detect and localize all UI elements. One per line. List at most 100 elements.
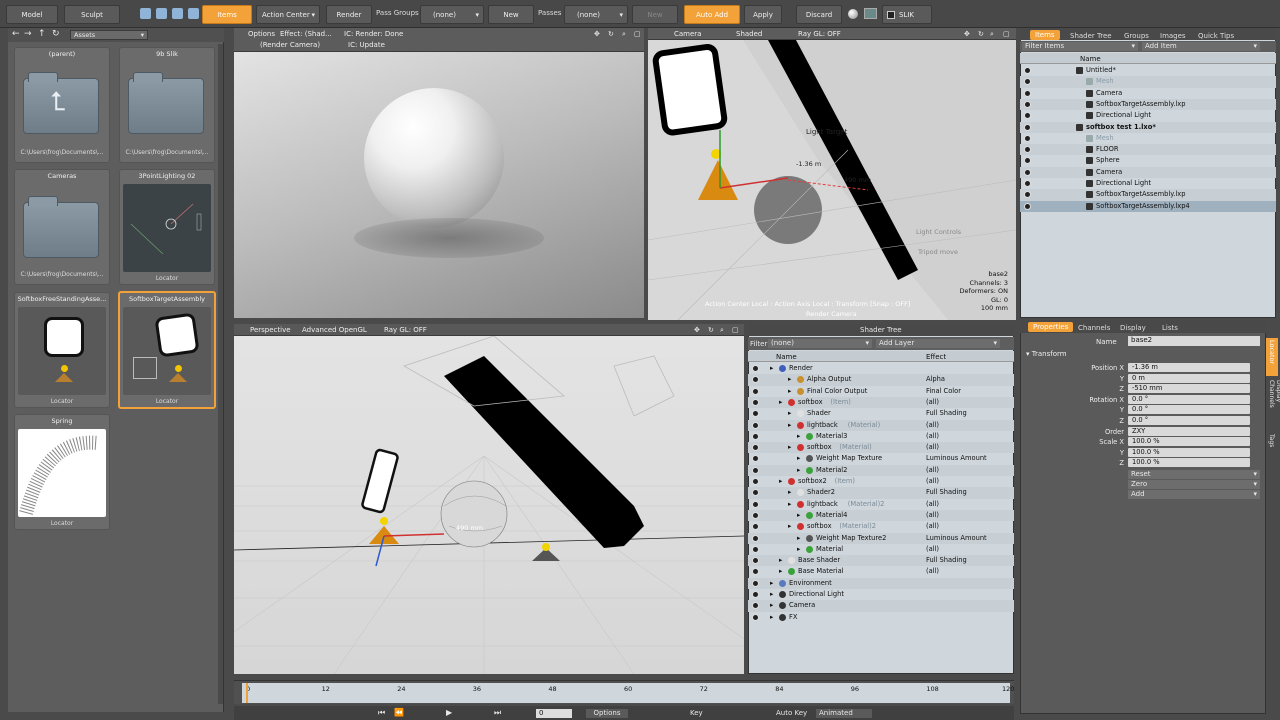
expand-arrow-icon[interactable]: ▸ xyxy=(770,613,773,621)
animated-dropdown[interactable]: Animated xyxy=(816,709,872,718)
tab-display[interactable]: Display xyxy=(1120,324,1146,332)
auto-add-button[interactable]: Auto Add xyxy=(684,5,740,24)
shader-tree-row[interactable]: ▸ Material2 (all) xyxy=(748,464,1014,476)
frame-field[interactable]: 0 xyxy=(536,709,572,718)
visibility-eye-icon[interactable] xyxy=(1024,89,1031,97)
expand-arrow-icon[interactable]: ▸ xyxy=(770,579,773,587)
step-back-icon[interactable]: ⏪ xyxy=(394,708,404,717)
expand-arrow-icon[interactable]: ▸ xyxy=(770,601,773,609)
col-name[interactable]: Name xyxy=(1080,55,1101,63)
new-pass-button[interactable]: New xyxy=(632,5,678,24)
expand-arrow-icon[interactable]: ▸ xyxy=(788,522,791,530)
shader-tree-row[interactable]: ▸ Shader Full Shading xyxy=(748,408,1014,419)
visibility-eye-icon[interactable] xyxy=(752,568,759,576)
slik-button[interactable]: SLIK xyxy=(882,5,932,24)
options-menu[interactable]: Options xyxy=(248,30,275,38)
filter-dropdown[interactable]: (none) ▾ xyxy=(768,339,872,348)
back-arrow-icon[interactable]: ← xyxy=(12,29,20,39)
asset-spring[interactable]: Spring Locator xyxy=(14,414,110,530)
expand-arrow-icon[interactable]: ▸ xyxy=(779,477,782,485)
visibility-eye-icon[interactable] xyxy=(752,489,759,497)
item-list-row[interactable]: SoftboxTargetAssembly.lxp xyxy=(1020,189,1276,201)
add-layer-dropdown[interactable]: Add Layer ▾ xyxy=(876,339,1000,348)
visibility-eye-icon[interactable] xyxy=(1024,157,1031,165)
raygl-toggle[interactable]: Ray GL: OFF xyxy=(384,326,427,334)
select-materials-icon[interactable] xyxy=(188,8,199,19)
item-list-row[interactable]: SoftboxTargetAssembly.lxp4 xyxy=(1020,200,1276,212)
sculpt-tab[interactable]: Sculpt xyxy=(64,5,120,24)
refresh-icon[interactable]: ↻ xyxy=(52,29,60,39)
expand-arrow-icon[interactable]: ▸ xyxy=(788,421,791,429)
shader-tree-row[interactable]: ▸ Material3 (all) xyxy=(748,431,1014,442)
render-button[interactable]: Render xyxy=(326,5,372,24)
side-tab-tags[interactable]: Tags xyxy=(1266,434,1278,458)
shader-tree-row[interactable]: ▸ Base Material (all) xyxy=(748,566,1014,577)
timeline[interactable]: 0 12 24 36 48 60 72 84 96 108 120 xyxy=(234,680,1014,704)
name-field[interactable]: base2 xyxy=(1128,336,1260,346)
visibility-eye-icon[interactable] xyxy=(752,523,759,531)
expand-arrow-icon[interactable]: ▸ xyxy=(788,500,791,508)
items-mode-button[interactable]: Items xyxy=(202,5,252,24)
discard-button[interactable]: Discard xyxy=(796,5,842,24)
visibility-eye-icon[interactable] xyxy=(752,376,759,384)
sphere-icon[interactable] xyxy=(848,9,858,19)
perspective-dropdown[interactable]: Perspective xyxy=(250,326,291,334)
col-effect[interactable]: Effect xyxy=(926,353,946,361)
visibility-eye-icon[interactable] xyxy=(752,398,759,406)
expand-arrow-icon[interactable]: ▸ xyxy=(797,511,800,519)
tab-items[interactable]: Items xyxy=(1030,30,1060,40)
transform-section[interactable]: ▾ Transform xyxy=(1026,350,1067,358)
asset-softbox-freestanding[interactable]: SoftboxFreeStandingAsse... Locator xyxy=(14,292,110,408)
visibility-eye-icon[interactable] xyxy=(752,444,759,452)
zoom-view-icon[interactable]: ⌕ xyxy=(622,30,626,39)
perspective-viewport[interactable]: Perspective Advanced OpenGL Ray GL: OFF … xyxy=(234,324,744,674)
item-list-row[interactable]: Directional Light xyxy=(1020,178,1276,189)
item-list-row[interactable]: Mesh xyxy=(1020,76,1276,88)
add-dropdown[interactable]: Add ▾ xyxy=(1128,490,1260,499)
tab-shader-tree[interactable]: Shader Tree xyxy=(1070,32,1112,40)
visibility-eye-icon[interactable] xyxy=(1024,202,1031,210)
rotate-view-icon[interactable]: ↻ xyxy=(978,30,984,38)
shader-tree-row[interactable]: ▸ softbox2 (Item) (all) xyxy=(748,476,1014,487)
expand-arrow-icon[interactable]: ▸ xyxy=(797,545,800,553)
shader-tree-row[interactable]: ▸ FX xyxy=(748,612,1014,623)
visibility-eye-icon[interactable] xyxy=(752,534,759,542)
expand-arrow-icon[interactable]: ▸ xyxy=(797,432,800,440)
shader-tree-row[interactable]: ▸ Material (all) xyxy=(748,544,1014,555)
item-list-row[interactable]: Camera xyxy=(1020,166,1276,178)
expand-arrow-icon[interactable]: ▸ xyxy=(788,409,791,417)
visibility-eye-icon[interactable] xyxy=(752,455,759,463)
transform-value-field[interactable]: 0.0 ° xyxy=(1128,416,1250,425)
item-list-row[interactable]: Mesh xyxy=(1020,133,1276,144)
shader-tree-row[interactable]: ▸ Weight Map Texture Luminous Amount xyxy=(748,453,1014,464)
camera-viewport[interactable]: Camera Shaded Ray GL: OFF ✥ ↻ ⌕ ▢ Light … xyxy=(648,28,1016,320)
shader-tree-row[interactable]: ▸ Alpha Output Alpha xyxy=(748,374,1014,386)
asset-cameras[interactable]: Cameras C:\Users\frog\Documents\... xyxy=(14,169,110,285)
visibility-eye-icon[interactable] xyxy=(752,421,759,429)
render-viewport[interactable]: Options Effect: (Shad... IC: Render: Don… xyxy=(234,28,644,318)
item-list-row[interactable]: Sphere xyxy=(1020,155,1276,166)
visibility-eye-icon[interactable] xyxy=(752,557,759,565)
move-view-icon[interactable]: ✥ xyxy=(964,30,970,38)
new-pass-group-button[interactable]: New xyxy=(488,5,534,24)
visibility-eye-icon[interactable] xyxy=(752,466,759,474)
shader-tree-row[interactable]: ▸ Final Color Output Final Color xyxy=(748,386,1014,397)
visibility-eye-icon[interactable] xyxy=(752,387,759,395)
reset-dropdown[interactable]: Reset ▾ xyxy=(1128,470,1260,479)
side-tab-locator[interactable]: Locator xyxy=(1266,338,1278,376)
shader-tree-row[interactable]: ▸ softbox (Item) (all) xyxy=(748,396,1014,409)
opengl-dropdown[interactable]: Advanced OpenGL xyxy=(302,326,367,334)
transform-value-field[interactable]: -510 mm xyxy=(1128,384,1250,394)
visibility-eye-icon[interactable] xyxy=(1024,180,1031,187)
effect-dropdown[interactable]: Effect: (Shad... xyxy=(280,30,332,38)
camera-dropdown[interactable]: Camera xyxy=(674,30,701,38)
asset-parent[interactable]: (parent) ⮤ C:\Users\frog\Documents\... xyxy=(14,47,110,163)
asset-3point-lighting[interactable]: 3PointLighting 02 Locator xyxy=(119,169,215,285)
shader-tree-row[interactable]: ▸ Environment xyxy=(748,577,1014,589)
expand-arrow-icon[interactable]: ▸ xyxy=(797,466,800,474)
pass-groups-dropdown[interactable]: (none) xyxy=(420,5,484,24)
expand-arrow-icon[interactable]: ▸ xyxy=(779,398,782,406)
expand-arrow-icon[interactable]: ▸ xyxy=(779,556,782,564)
rotate-view-icon[interactable]: ↻ xyxy=(708,326,714,334)
assets-scrollbar[interactable] xyxy=(218,44,223,704)
